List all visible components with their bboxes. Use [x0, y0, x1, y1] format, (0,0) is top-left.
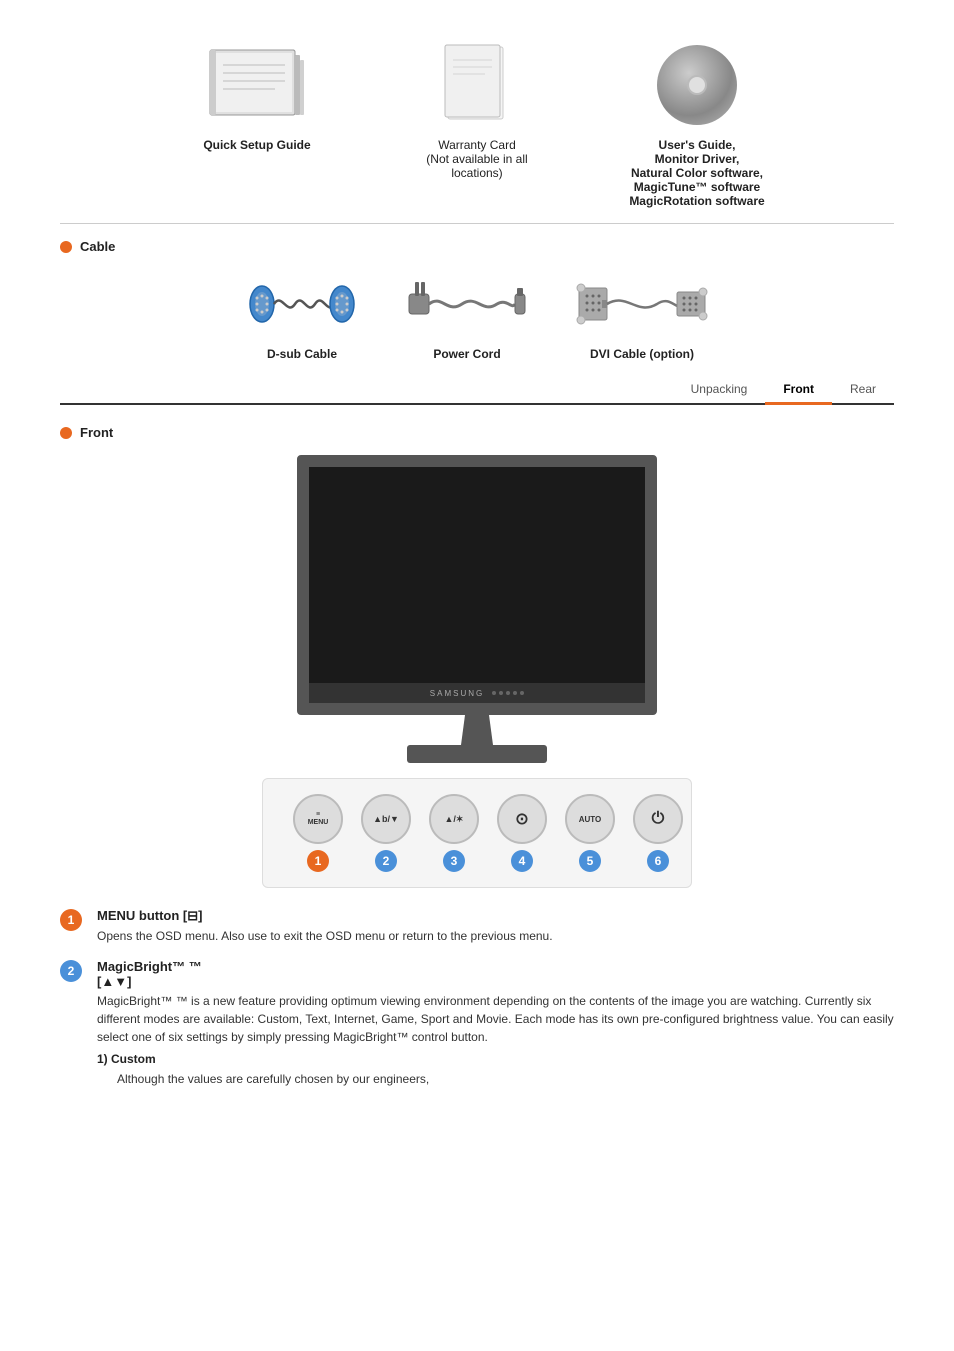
cd-label: User's Guide,Monitor Driver,Natural Colo…: [629, 138, 764, 208]
input-icon: ⊙: [515, 809, 528, 829]
desc-subtext-2: Although the values are carefully chosen…: [97, 1070, 894, 1088]
monitor-neck: [457, 715, 497, 745]
monitor-brand-bar: SAMSUNG: [309, 683, 645, 703]
dsub-cable-item: D-sub Cable: [247, 269, 357, 361]
nav-tabs: Unpacking Front Rear: [60, 376, 894, 405]
front-section: Front SAMSUNG: [60, 425, 894, 1088]
indicator-2: [499, 691, 503, 695]
desc-content-1: MENU button [⊟] Opens the OSD menu. Also…: [97, 908, 894, 945]
button-number-2: 2: [375, 850, 397, 872]
front-section-title: Front: [80, 425, 113, 440]
monitor-brand-text: SAMSUNG: [430, 689, 484, 698]
button-number-3: 3: [443, 850, 465, 872]
warranty-card-label: Warranty Card(Not available in alllocati…: [426, 138, 527, 180]
auto-button-group: AUTO 5: [565, 794, 615, 872]
input-button-group: ⊙ 4: [497, 794, 547, 872]
cable-section-header: Cable: [60, 239, 894, 254]
auto-icon: AUTO: [579, 815, 602, 824]
monitor-base: [407, 745, 547, 763]
desc-term-1: MENU button [⊟]: [97, 908, 894, 924]
cable-section: Cable: [60, 239, 894, 361]
monitor-container: SAMSUNG: [60, 455, 894, 763]
brightness-icon: ▲/✶: [445, 814, 464, 825]
indicator-4: [513, 691, 517, 695]
button-number-4: 4: [511, 850, 533, 872]
dvi-cable-image: [577, 269, 707, 339]
desc-item-2: 2 MagicBright™ ™[▲▼] MagicBright™ ™ is a…: [60, 959, 894, 1088]
indicator-5: [520, 691, 524, 695]
tab-rear[interactable]: Rear: [832, 376, 894, 405]
desc-text-1: Opens the OSD menu. Also use to exit the…: [97, 927, 894, 945]
front-bullet: [60, 427, 72, 439]
menu-button[interactable]: ≡MENU: [293, 794, 343, 844]
indicator-1: [492, 691, 496, 695]
desc-subheading-2: 1) Custom: [97, 1052, 894, 1066]
tab-unpacking[interactable]: Unpacking: [673, 376, 766, 405]
button-number-5: 5: [579, 850, 601, 872]
menu-button-group: ≡MENU 1: [293, 794, 343, 872]
magicbright-button[interactable]: ▲b/▼: [361, 794, 411, 844]
button-number-1: 1: [307, 850, 329, 872]
descriptions-list: 1 MENU button [⊟] Opens the OSD menu. Al…: [60, 908, 894, 1088]
power-cord-label: Power Cord: [433, 347, 500, 361]
menu-icon: ≡MENU: [308, 811, 329, 828]
accessory-quick-setup-guide: Quick Setup Guide: [177, 40, 337, 208]
desc-item-1: 1 MENU button [⊟] Opens the OSD menu. Al…: [60, 908, 894, 945]
monitor-screen: SAMSUNG: [297, 455, 657, 715]
input-button[interactable]: ⊙: [497, 794, 547, 844]
accessory-warranty-card: Warranty Card(Not available in alllocati…: [397, 40, 557, 208]
power-cord-image: [407, 269, 527, 339]
tab-front[interactable]: Front: [765, 376, 832, 405]
quick-setup-guide-image: [205, 40, 310, 130]
desc-term-2: MagicBright™ ™[▲▼]: [97, 959, 894, 989]
accessories-section: Quick Setup Guide Warranty Card(Not avai…: [60, 40, 894, 208]
brightness-button[interactable]: ▲/✶: [429, 794, 479, 844]
cable-bullet: [60, 241, 72, 253]
monitor-wrapper: SAMSUNG: [297, 455, 657, 763]
dsub-cable-image: [247, 269, 357, 339]
button-number-6: 6: [647, 850, 669, 872]
desc-badge-2: 2: [60, 960, 82, 982]
cd-icon: [657, 45, 737, 125]
warranty-card-image: [445, 40, 510, 130]
magicbright-button-group: ▲b/▼ 2: [361, 794, 411, 872]
control-panel: ≡MENU 1 ▲b/▼ 2 ▲/✶ 3 ⊙: [262, 778, 692, 888]
power-button[interactable]: ⏻: [633, 794, 683, 844]
cables-row: D-sub Cable Power Cord: [60, 269, 894, 361]
power-button-group: ⏻ 6: [633, 794, 683, 872]
dvi-cable-item: DVI Cable (option): [577, 269, 707, 361]
indicator-3: [506, 691, 510, 695]
separator-1: [60, 223, 894, 224]
auto-button[interactable]: AUTO: [565, 794, 615, 844]
desc-badge-1: 1: [60, 909, 82, 931]
cd-image: [657, 40, 737, 130]
power-icon: ⏻: [652, 810, 665, 828]
monitor-indicators: [492, 691, 524, 695]
quick-setup-guide-label: Quick Setup Guide: [203, 138, 310, 152]
desc-content-2: MagicBright™ ™[▲▼] MagicBright™ ™ is a n…: [97, 959, 894, 1088]
dvi-cable-label: DVI Cable (option): [590, 347, 694, 361]
power-cord-item: Power Cord: [407, 269, 527, 361]
desc-text-2: MagicBright™ ™ is a new feature providin…: [97, 992, 894, 1046]
magicbright-icon: ▲b/▼: [373, 814, 399, 824]
dsub-cable-label: D-sub Cable: [267, 347, 337, 361]
cable-section-title: Cable: [80, 239, 115, 254]
accessory-cd: User's Guide,Monitor Driver,Natural Colo…: [617, 40, 777, 208]
brightness-button-group: ▲/✶ 3: [429, 794, 479, 872]
front-section-header: Front: [60, 425, 894, 440]
